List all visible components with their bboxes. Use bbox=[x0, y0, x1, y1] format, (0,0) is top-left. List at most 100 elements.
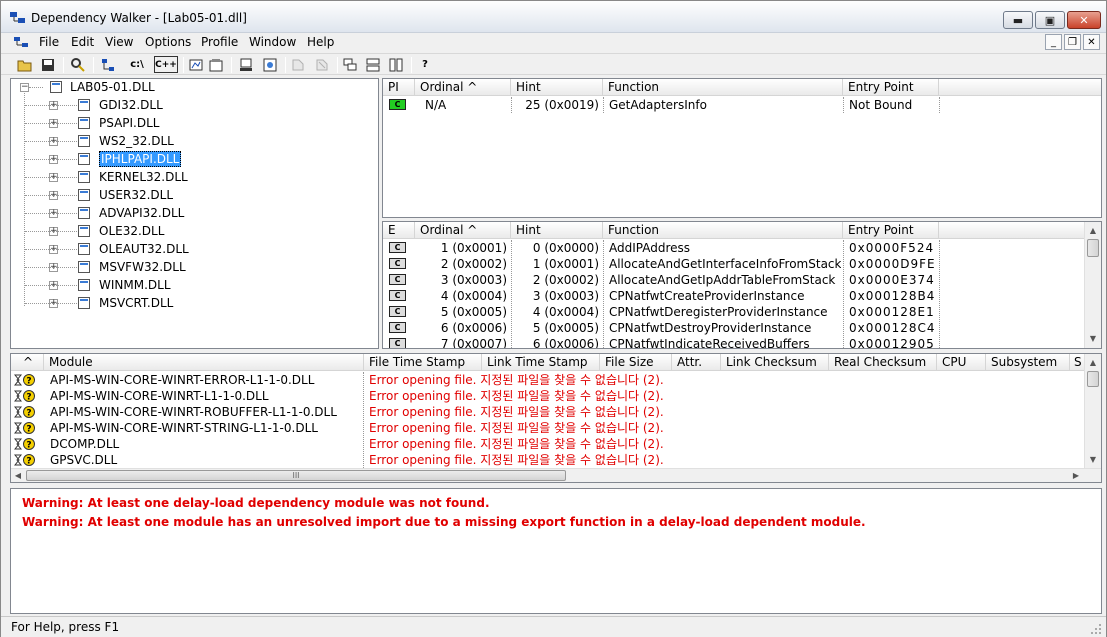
cascade-icon[interactable] bbox=[341, 56, 359, 73]
exports-header-entry-point[interactable]: Entry Point bbox=[843, 222, 939, 239]
svg-text:?: ? bbox=[26, 457, 31, 467]
module-row[interactable]: ? GPSVC.DLL Error opening file. 지정된 파일을 찾을… bbox=[11, 452, 1085, 468]
tile-horizontal-icon[interactable] bbox=[364, 56, 382, 73]
minimize-button[interactable]: ▬ bbox=[1003, 11, 1033, 29]
tree-item-module[interactable]: WINMM.DLL bbox=[99, 277, 171, 293]
find-icon[interactable] bbox=[69, 56, 87, 73]
export-row[interactable]: C 3 (0x0003) 2 (0x0002) AllocateAndGetIpAdd… bbox=[383, 272, 1085, 288]
exports-pane[interactable]: E Ordinal ^ Hint Function Entry Point C 1… bbox=[382, 221, 1102, 349]
module-row[interactable]: ? API-MS-WIN-CORE-WINRT-ERROR-L1-1-0.DLL E… bbox=[11, 372, 1085, 388]
imports-header-function[interactable]: Function bbox=[603, 79, 843, 96]
save-icon[interactable] bbox=[39, 56, 57, 73]
tree-item-module[interactable]: KERNEL32.DLL bbox=[99, 169, 188, 185]
document-icon[interactable] bbox=[14, 36, 30, 50]
modules-header-link-checksum[interactable]: Link Checksum bbox=[721, 354, 829, 371]
mdi-restore-button[interactable]: ❐ bbox=[1064, 34, 1081, 50]
modules-pane[interactable]: ^ Module File Time Stamp Link Time Stamp… bbox=[10, 353, 1102, 483]
export-row[interactable]: C 2 (0x0002) 1 (0x0001) AllocateAndGetInter… bbox=[383, 256, 1085, 272]
modules-header-file-time-stamp[interactable]: File Time Stamp bbox=[364, 354, 482, 371]
tree-root-module[interactable]: LAB05-01.DLL bbox=[70, 79, 155, 95]
tile-vertical-icon[interactable] bbox=[387, 56, 405, 73]
export-row[interactable]: C 6 (0x0006) 5 (0x0005) CPNatfwtDestroyProv… bbox=[383, 320, 1085, 336]
menu-window[interactable]: Window bbox=[249, 35, 296, 49]
module-tree-pane[interactable]: − LAB05-01.DLL + GDI32.DLL + PSAPI.DLL + WS2_… bbox=[10, 78, 379, 349]
tree-item-module[interactable]: ADVAPI32.DLL bbox=[99, 205, 184, 221]
tree-item-module[interactable]: MSVFW32.DLL bbox=[99, 259, 186, 275]
context-help-button[interactable]: ? bbox=[416, 56, 434, 73]
mdi-minimize-button[interactable]: _ bbox=[1045, 34, 1062, 50]
export-row[interactable]: C 1 (0x0001) 0 (0x0000) AddIPAddress 0x0000F… bbox=[383, 240, 1085, 256]
system-info-icon[interactable] bbox=[237, 56, 255, 73]
mdi-close-button[interactable]: ✕ bbox=[1083, 34, 1100, 50]
properties-icon[interactable] bbox=[207, 56, 225, 73]
module-row[interactable]: ? API-MS-WIN-CORE-WINRT-L1-1-0.DLL Error o… bbox=[11, 388, 1085, 404]
module-row[interactable]: ? DCOMP.DLL Error opening file. 지정된 파일을 찾을… bbox=[11, 436, 1085, 452]
scroll-up-arrow-icon[interactable]: ▲ bbox=[1085, 222, 1101, 238]
export-row[interactable]: C 4 (0x0004) 3 (0x0003) CPNatfwtCreateProvi… bbox=[383, 288, 1085, 304]
exports-header-ordinal[interactable]: Ordinal ^ bbox=[415, 222, 511, 239]
open-icon[interactable] bbox=[16, 56, 34, 73]
maximize-button[interactable]: ▣ bbox=[1035, 11, 1065, 29]
scroll-left-arrow-icon[interactable]: ◀ bbox=[11, 469, 25, 482]
modules-header-attr[interactable]: Attr. bbox=[672, 354, 721, 371]
module-row[interactable]: ? API-MS-WIN-CORE-WINRT-STRING-L1-1-0.DLL… bbox=[11, 420, 1085, 436]
imports-header-pi[interactable]: PI bbox=[383, 79, 415, 96]
modules-header-link-time-stamp[interactable]: Link Time Stamp bbox=[482, 354, 600, 371]
module-row[interactable]: ? API-MS-WIN-CORE-WINRT-ROBUFFER-L1-1-0.D… bbox=[11, 404, 1085, 420]
scroll-down-arrow-icon[interactable]: ▼ bbox=[1085, 330, 1101, 346]
export-row[interactable]: C 7 (0x0007) 6 (0x0006) CPNatfwtIndicateRec… bbox=[383, 336, 1085, 348]
modules-header-subsystem[interactable]: Subsystem bbox=[986, 354, 1070, 371]
view-module-icon[interactable] bbox=[261, 56, 279, 73]
tree-item-module[interactable]: PSAPI.DLL bbox=[99, 115, 160, 131]
import-row[interactable]: C N/A 25 (0x0019) GetAdaptersInfo Not Bo… bbox=[383, 97, 1101, 113]
highlight-export-icon[interactable] bbox=[313, 56, 331, 73]
hscroll-thumb[interactable]: III bbox=[26, 470, 566, 481]
scroll-down-arrow-icon[interactable]: ▼ bbox=[1085, 451, 1101, 467]
tree-item-module[interactable]: OLEAUT32.DLL bbox=[99, 241, 189, 257]
scroll-right-arrow-icon[interactable]: ▶ bbox=[1069, 469, 1083, 482]
export-row[interactable]: C 5 (0x0005) 4 (0x0004) CPNatfwtDeregisterP… bbox=[383, 304, 1085, 320]
undecorate-cpp-button[interactable]: C++ bbox=[154, 56, 178, 73]
export-ordinal: 3 (0x0003) bbox=[440, 273, 507, 287]
menu-view[interactable]: View bbox=[105, 35, 133, 49]
hierarchy-icon[interactable] bbox=[99, 56, 117, 73]
menu-options[interactable]: Options bbox=[145, 35, 191, 49]
modules-hscrollbar[interactable]: ◀ III ▶ bbox=[11, 468, 1101, 482]
tree-collapse-toggle[interactable]: − bbox=[20, 83, 29, 92]
full-paths-button[interactable]: c:\ bbox=[127, 56, 147, 73]
exports-header-function[interactable]: Function bbox=[603, 222, 843, 239]
modules-header-module[interactable]: Module bbox=[44, 354, 364, 371]
menu-edit[interactable]: Edit bbox=[71, 35, 94, 49]
modules-header-real-checksum[interactable]: Real Checksum bbox=[829, 354, 937, 371]
log-pane[interactable]: Warning: At least one delay-load depende… bbox=[10, 488, 1102, 614]
imports-header-entry-point[interactable]: Entry Point bbox=[843, 79, 939, 96]
ordinal-icon[interactable] bbox=[187, 56, 205, 73]
imports-header-hint[interactable]: Hint bbox=[511, 79, 603, 96]
scrollbar-thumb[interactable] bbox=[1087, 239, 1099, 257]
modules-header-s[interactable]: S bbox=[1070, 354, 1085, 371]
exports-header-e[interactable]: E bbox=[383, 222, 415, 239]
title-bar[interactable]: Dependency Walker - [Lab05-01.dll] ▬ ▣ ✕ bbox=[1, 1, 1106, 33]
modules-header-file-size[interactable]: File Size bbox=[600, 354, 672, 371]
exports-scrollbar[interactable]: ▲ ▼ bbox=[1084, 222, 1101, 348]
resize-grip-icon[interactable] bbox=[1090, 623, 1102, 635]
menu-help[interactable]: Help bbox=[307, 35, 334, 49]
imports-pane[interactable]: PI Ordinal ^ Hint Function Entry Point C… bbox=[382, 78, 1102, 218]
menu-profile[interactable]: Profile bbox=[201, 35, 238, 49]
menu-file[interactable]: File bbox=[39, 35, 59, 49]
scroll-up-arrow-icon[interactable]: ▲ bbox=[1085, 354, 1101, 370]
imports-header-ordinal[interactable]: Ordinal ^ bbox=[415, 79, 511, 96]
tree-item-module[interactable]: MSVCRT.DLL bbox=[99, 295, 173, 311]
modules-header-cpu[interactable]: CPU bbox=[937, 354, 986, 371]
tree-item-module[interactable]: IPHLPAPI.DLL bbox=[99, 151, 182, 167]
scrollbar-thumb[interactable] bbox=[1087, 371, 1099, 387]
close-button[interactable]: ✕ bbox=[1067, 11, 1101, 29]
tree-item-module[interactable]: WS2_32.DLL bbox=[99, 133, 174, 149]
tree-item-module[interactable]: USER32.DLL bbox=[99, 187, 173, 203]
modules-vscrollbar[interactable]: ▲ ▼ bbox=[1084, 354, 1101, 468]
tree-item-module[interactable]: GDI32.DLL bbox=[99, 97, 163, 113]
exports-header-hint[interactable]: Hint bbox=[511, 222, 603, 239]
modules-header-sort[interactable]: ^ bbox=[11, 354, 44, 371]
tree-item-module[interactable]: OLE32.DLL bbox=[99, 223, 164, 239]
highlight-import-icon[interactable] bbox=[289, 56, 307, 73]
